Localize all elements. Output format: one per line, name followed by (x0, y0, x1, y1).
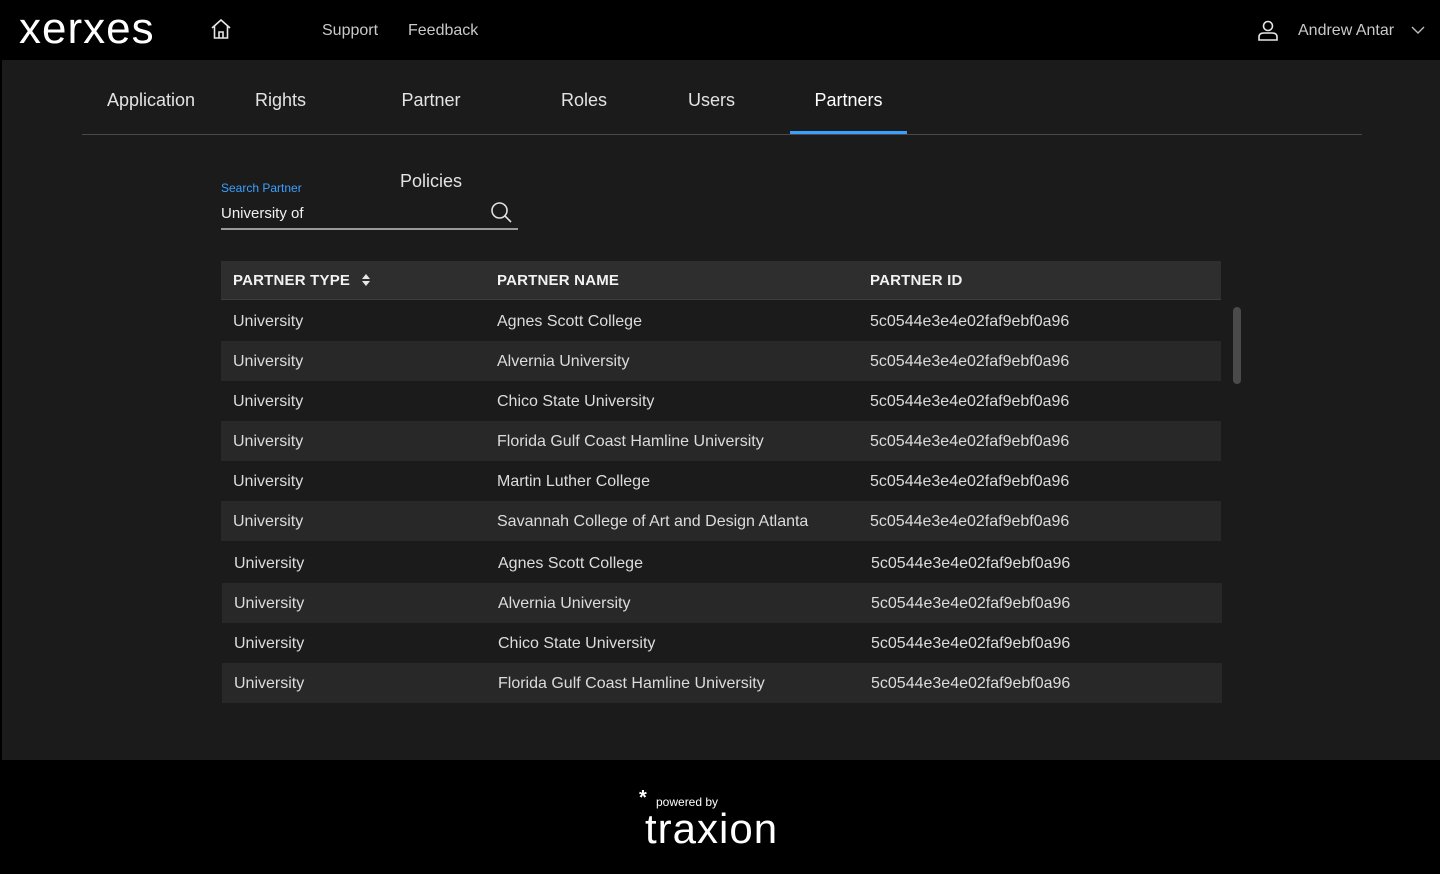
partner-name-cell: Savannah College of Art and Design Atlan… (497, 513, 809, 530)
search-icon[interactable] (490, 201, 512, 223)
partner-type-cell: University (234, 675, 305, 692)
column-header-partner-type[interactable]: PARTNER TYPE (233, 261, 373, 299)
partner-id-cell: 5c0544e3e4e02faf9ebf0a96 (870, 513, 1070, 530)
partner-id-cell: 5c0544e3e4e02faf9ebf0a96 (870, 353, 1070, 370)
partner-id-cell: 5c0544e3e4e02faf9ebf0a96 (871, 675, 1071, 692)
app-logo[interactable]: xerxes (19, 4, 155, 54)
table-header: PARTNER TYPE PARTNER NAME PARTNER ID (221, 261, 1221, 300)
partner-type-cell: University (233, 393, 304, 410)
table-row[interactable]: University Agnes Scott College 5c0544e3e4e… (221, 301, 1221, 341)
active-tab-indicator (790, 131, 907, 134)
table-row[interactable]: University Savannah College of Art and De… (221, 501, 1221, 541)
chevron-down-icon[interactable] (1410, 24, 1426, 36)
partner-name-cell: Chico State University (497, 393, 655, 410)
nav-support-link[interactable]: Support (322, 20, 378, 42)
tab-application[interactable]: Application (107, 60, 195, 134)
left-edge (0, 60, 2, 760)
partner-name-cell: Florida Gulf Coast Hamline University (497, 433, 764, 450)
home-icon[interactable] (209, 17, 233, 41)
table-row[interactable]: University Alvernia University 5c0544e3e4e… (221, 341, 1221, 381)
partner-id-cell: 5c0544e3e4e02faf9ebf0a96 (870, 433, 1070, 450)
partner-id-cell: 5c0544e3e4e02faf9ebf0a96 (870, 393, 1070, 410)
partner-type-cell: University (233, 433, 304, 450)
partner-type-cell: University (234, 595, 305, 612)
partner-id-cell: 5c0544e3e4e02faf9ebf0a96 (871, 635, 1071, 652)
user-icon[interactable] (1256, 18, 1280, 42)
table-row[interactable]: University Florida Gulf Coast Hamline Uni… (222, 663, 1222, 703)
partner-type-cell: University (233, 353, 304, 370)
partner-type-cell: University (234, 555, 305, 572)
partner-name-cell: Martin Luther College (497, 473, 650, 490)
sort-icon[interactable] (361, 273, 371, 287)
partner-name-cell: Agnes Scott College (498, 555, 643, 572)
user-name[interactable]: Andrew Antar (1298, 20, 1394, 42)
table-row[interactable]: University Chico State University 5c0544e3… (222, 623, 1222, 663)
table-row[interactable]: University Alvernia University 5c0544e3e4e… (222, 583, 1222, 623)
column-label: PARTNER TYPE (233, 272, 351, 289)
partner-name-cell: Alvernia University (497, 353, 630, 370)
partner-name-cell: Chico State University (498, 635, 656, 652)
partner-name-cell: Florida Gulf Coast Hamline University (498, 675, 765, 692)
tab-rights[interactable]: Rights (255, 60, 306, 134)
partner-type-cell: University (233, 513, 304, 530)
table-row[interactable]: University Agnes Scott College 5c0544e3e4e… (222, 543, 1222, 583)
search-input[interactable] (221, 200, 481, 226)
partner-type-cell: University (234, 635, 305, 652)
partner-id-cell: 5c0544e3e4e02faf9ebf0a96 (870, 313, 1070, 330)
partner-name-cell: Agnes Scott College (497, 313, 642, 330)
column-header-partner-name[interactable]: PARTNER NAME (497, 261, 619, 299)
partner-type-cell: University (233, 473, 304, 490)
search-underline (221, 228, 518, 230)
table-row[interactable]: University Chico State University 5c0544e3… (221, 381, 1221, 421)
top-bar: xerxes Support Feedback Andrew Antar (0, 0, 1440, 60)
partner-name-cell: Alvernia University (498, 595, 631, 612)
search-label: Search Partner (221, 181, 302, 195)
table-row[interactable]: University Florida Gulf Coast Hamline Uni… (221, 421, 1221, 461)
partner-id-cell: 5c0544e3e4e02faf9ebf0a96 (870, 473, 1070, 490)
partner-type-cell: University (233, 313, 304, 330)
footer-brand-logo: traxion (645, 805, 779, 852)
partner-id-cell: 5c0544e3e4e02faf9ebf0a96 (871, 555, 1071, 572)
tab-partner-policies[interactable]: Partner Policies (370, 60, 492, 191)
column-header-partner-id[interactable]: PARTNER ID (870, 261, 963, 299)
partner-id-cell: 5c0544e3e4e02faf9ebf0a96 (871, 595, 1071, 612)
tab-partners[interactable]: Partners (790, 60, 907, 134)
scrollbar-thumb[interactable] (1233, 307, 1241, 384)
nav-feedback-link[interactable]: Feedback (408, 20, 478, 42)
table-row[interactable]: University Martin Luther College 5c0544e3e… (221, 461, 1221, 501)
tab-roles[interactable]: Roles (561, 60, 607, 134)
tab-users[interactable]: Users (688, 60, 735, 134)
tab-bar: Application Rights Partner Policies Role… (82, 60, 1362, 191)
